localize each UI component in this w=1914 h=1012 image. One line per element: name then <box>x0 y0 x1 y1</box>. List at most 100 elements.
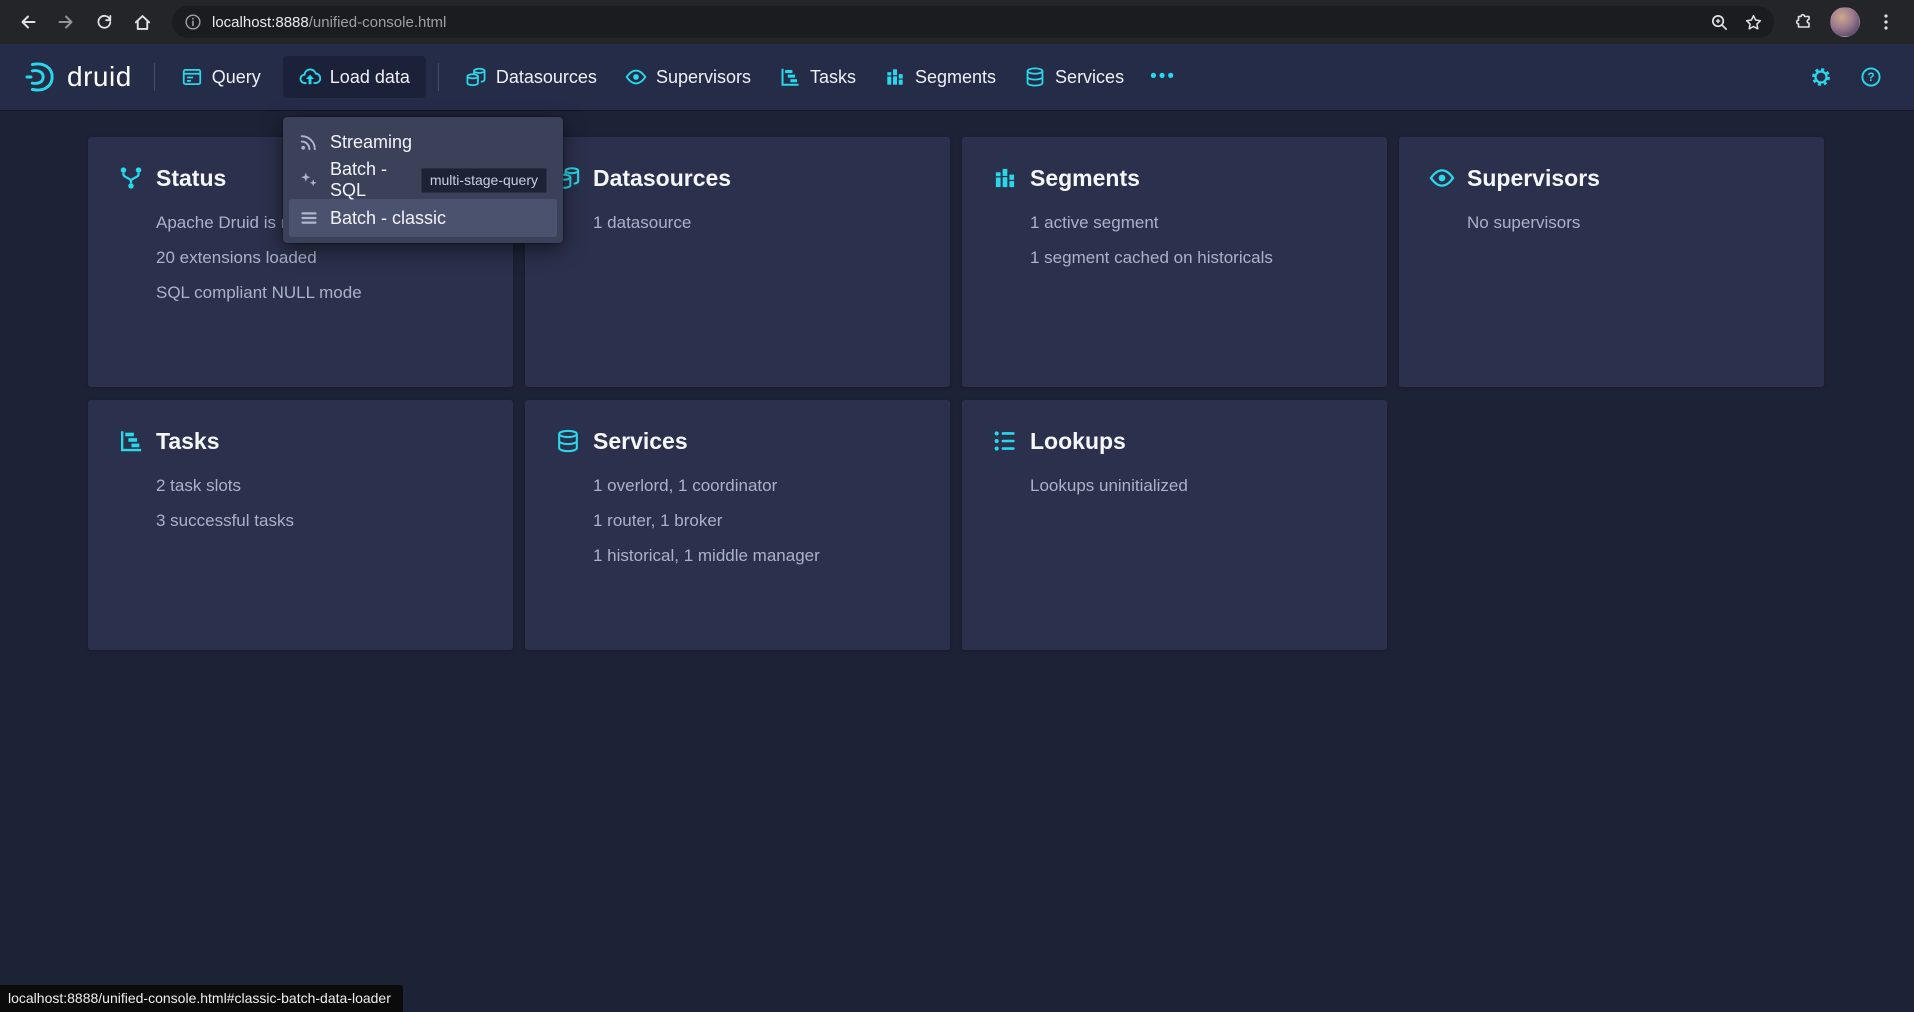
nav-item-label: Query <box>212 67 261 88</box>
card-title: Supervisors <box>1467 165 1600 192</box>
bookmark-button[interactable] <box>1738 7 1768 37</box>
tasks-card[interactable]: Tasks 2 task slots 3 successful tasks <box>88 400 513 650</box>
url-bar-actions <box>1704 7 1768 37</box>
url-host: localhost:8888 <box>212 14 309 31</box>
help-button[interactable] <box>1854 60 1888 94</box>
browser-toolbar: localhost:8888/unified-console.html <box>0 0 1914 44</box>
url-bar[interactable]: localhost:8888/unified-console.html <box>172 6 1774 38</box>
card-line: 1 historical, 1 middle manager <box>593 538 920 573</box>
nav-item-query[interactable]: Query <box>167 56 275 98</box>
card-line: 1 active segment <box>1030 205 1357 240</box>
services-card[interactable]: Services 1 overlord, 1 coordinator 1 rou… <box>525 400 950 650</box>
card-line: 1 overlord, 1 coordinator <box>593 468 920 503</box>
segments-card[interactable]: Segments 1 active segment 1 segment cach… <box>962 137 1387 387</box>
zoom-button[interactable] <box>1704 7 1734 37</box>
card-line: SQL compliant NULL mode <box>156 275 483 310</box>
help-icon <box>1860 66 1882 88</box>
card-title: Status <box>156 165 226 192</box>
nav-item-label: Datasources <box>496 67 597 88</box>
nav-item-tasks[interactable]: Tasks <box>765 56 870 98</box>
menu-item-streaming[interactable]: Streaming <box>289 123 557 161</box>
stacked-chart-icon <box>992 165 1018 191</box>
nav-right-actions <box>1804 60 1892 94</box>
stacked-chart-icon <box>884 66 906 88</box>
forward-button[interactable] <box>48 4 84 40</box>
card-title: Tasks <box>156 428 220 455</box>
gear-icon <box>1810 66 1832 88</box>
multi-database-icon <box>465 66 487 88</box>
url-path: /unified-console.html <box>309 14 447 31</box>
browser-menu-button[interactable] <box>1868 4 1904 40</box>
screen: localhost:8888/unified-console.html drui… <box>0 0 1914 1012</box>
database-icon <box>555 428 581 454</box>
gantt-chart-icon <box>118 428 144 454</box>
forward-icon <box>56 12 76 32</box>
card-title: Services <box>593 428 688 455</box>
refresh-button[interactable] <box>86 4 122 40</box>
url-text: localhost:8888/unified-console.html <box>212 14 446 31</box>
extensions-button[interactable] <box>1786 4 1822 40</box>
supervisors-card[interactable]: Supervisors No supervisors <box>1399 137 1824 387</box>
cloud-upload-icon <box>299 66 321 88</box>
feed-icon <box>299 132 319 152</box>
brand-text: druid <box>67 61 132 93</box>
nav-item-services[interactable]: Services <box>1010 56 1138 98</box>
nav-item-label: Load data <box>330 67 410 88</box>
card-line: 1 datasource <box>593 205 920 240</box>
nav-item-datasources[interactable]: Datasources <box>451 56 611 98</box>
refresh-icon <box>95 13 113 31</box>
card-line: Lookups uninitialized <box>1030 468 1357 503</box>
properties-list-icon <box>992 428 1018 454</box>
site-info-icon[interactable] <box>184 13 202 31</box>
card-title: Datasources <box>593 165 731 192</box>
nav-item-segments[interactable]: Segments <box>870 56 1010 98</box>
home-icon <box>133 13 152 32</box>
nav-item-load-data[interactable]: Load data <box>283 56 426 98</box>
card-line: 20 extensions loaded <box>156 240 483 275</box>
eye-icon <box>1429 165 1455 191</box>
home-button[interactable] <box>124 4 160 40</box>
profile-avatar[interactable] <box>1830 7 1860 37</box>
card-title: Lookups <box>1030 428 1126 455</box>
sparkle-icon <box>299 170 319 190</box>
nav-divider <box>438 63 439 91</box>
menu-item-label: Batch - SQL <box>330 159 410 201</box>
nav-divider <box>154 63 155 91</box>
menu-item-batch-classic[interactable]: Batch - classic <box>289 199 557 237</box>
table-rows-icon <box>299 208 319 228</box>
menu-item-batch-sql[interactable]: Batch - SQL multi-stage-query <box>289 161 557 199</box>
card-line: 1 segment cached on historicals <box>1030 240 1357 275</box>
nav-item-supervisors[interactable]: Supervisors <box>611 56 765 98</box>
nav-item-label: Services <box>1055 67 1124 88</box>
druid-logo[interactable]: druid <box>22 59 132 95</box>
kebab-menu-icon <box>1876 12 1896 32</box>
nav-more-button[interactable]: ••• <box>1138 56 1188 98</box>
query-app-icon <box>181 66 203 88</box>
card-line: 1 router, 1 broker <box>593 503 920 538</box>
database-icon <box>1024 66 1046 88</box>
card-title: Segments <box>1030 165 1140 192</box>
gantt-chart-icon <box>779 66 801 88</box>
menu-item-label: Streaming <box>330 132 412 153</box>
back-icon <box>18 12 38 32</box>
extensions-puzzle-icon <box>1794 12 1814 32</box>
back-button[interactable] <box>10 4 46 40</box>
fork-icon <box>118 165 144 191</box>
druid-logo-icon <box>22 59 58 95</box>
druid-navbar: druid Query Load data Datasources Superv… <box>0 44 1914 110</box>
nav-item-label: Tasks <box>810 67 856 88</box>
lookups-card[interactable]: Lookups Lookups uninitialized <box>962 400 1387 650</box>
msq-tag: multi-stage-query <box>421 168 547 193</box>
nav-item-label: Segments <box>915 67 996 88</box>
card-line: No supervisors <box>1467 205 1794 240</box>
settings-button[interactable] <box>1804 60 1838 94</box>
card-line: 3 successful tasks <box>156 503 483 538</box>
more-icon: ••• <box>1150 66 1176 87</box>
datasources-card[interactable]: Datasources 1 datasource <box>525 137 950 387</box>
star-icon <box>1744 13 1763 32</box>
nav-item-label: Supervisors <box>656 67 751 88</box>
link-status-bar: localhost:8888/unified-console.html#clas… <box>0 985 403 1012</box>
zoom-icon <box>1710 13 1729 32</box>
card-line: 2 task slots <box>156 468 483 503</box>
menu-item-label: Batch - classic <box>330 208 446 229</box>
